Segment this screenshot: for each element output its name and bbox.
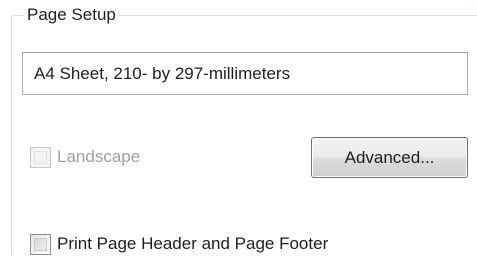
landscape-checkbox — [30, 146, 51, 168]
landscape-option: Landscape — [30, 145, 140, 169]
advanced-button[interactable]: Advanced... — [311, 137, 468, 178]
print-header-footer-checkbox[interactable] — [30, 233, 51, 255]
page-setup-group-title: Page Setup — [24, 5, 119, 25]
landscape-label: Landscape — [57, 147, 141, 166]
print-header-footer-label[interactable]: Print Page Header and Page Footer — [57, 233, 328, 255]
page-setup-group — [11, 15, 477, 255]
print-header-footer-option[interactable]: Print Page Header and Page Footer — [30, 232, 328, 256]
paper-size-field[interactable]: A4 Sheet, 210- by 297-millimeters — [22, 52, 468, 95]
